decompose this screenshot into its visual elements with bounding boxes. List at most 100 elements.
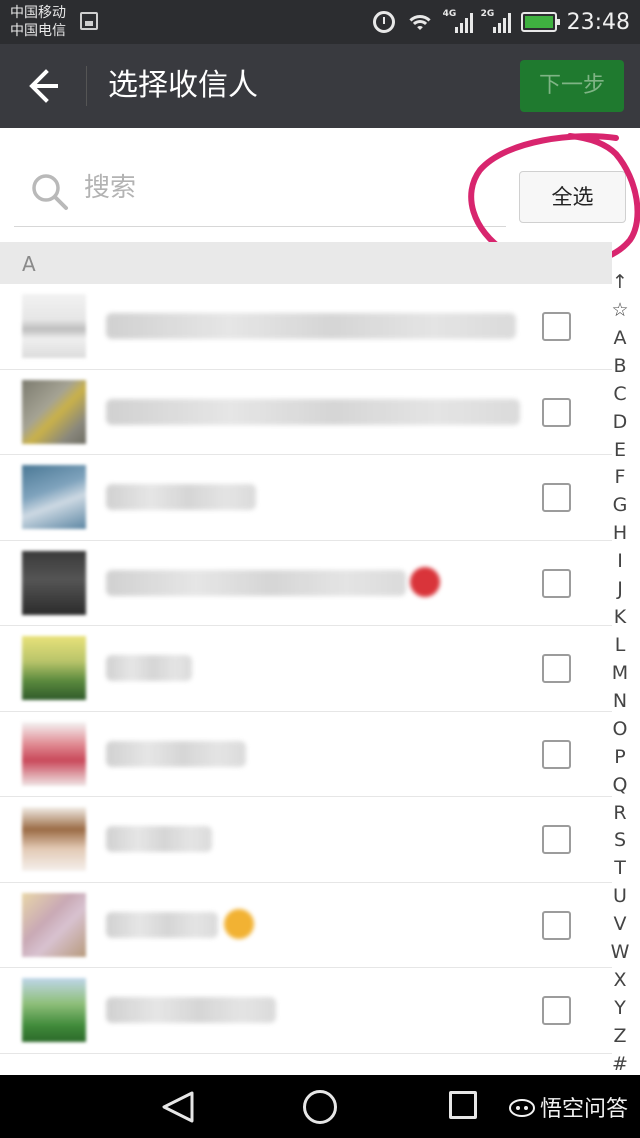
carrier-labels: 中国移动 中国电信 <box>10 4 66 40</box>
contact-avatar <box>22 379 86 444</box>
index-letter[interactable]: R <box>613 801 626 825</box>
contact-row[interactable] <box>0 284 612 370</box>
wifi-icon <box>404 11 435 33</box>
select-all-button[interactable]: 全选 <box>519 171 626 223</box>
index-letter[interactable]: W <box>611 940 630 964</box>
contact-row[interactable] <box>0 369 612 455</box>
contact-row[interactable] <box>0 797 612 883</box>
index-letter[interactable]: C <box>613 382 626 406</box>
index-letter[interactable]: N <box>613 689 627 713</box>
index-letter[interactable]: B <box>613 354 626 378</box>
index-letter[interactable]: K <box>614 605 626 629</box>
index-letter[interactable]: E <box>614 438 626 462</box>
contact-name-redacted <box>106 997 276 1023</box>
gallery-icon <box>80 12 98 30</box>
contact-row[interactable] <box>0 882 612 968</box>
contact-row[interactable] <box>0 455 612 541</box>
contact-checkbox[interactable] <box>542 654 571 683</box>
watermark-logo-icon <box>509 1099 535 1117</box>
contact-checkbox[interactable] <box>542 739 571 769</box>
index-letter[interactable]: I <box>617 549 623 573</box>
contact-name-redacted <box>106 313 516 339</box>
index-letter[interactable]: M <box>612 661 628 685</box>
contact-avatar <box>22 550 86 615</box>
index-letter[interactable]: ☆ <box>611 298 628 322</box>
watermark: 悟空问答 <box>508 1093 629 1122</box>
contact-list <box>0 284 612 1054</box>
network-type-label: 2G <box>480 9 495 19</box>
index-letter[interactable]: # <box>612 1052 628 1076</box>
section-letter: A <box>22 252 36 276</box>
contact-checkbox[interactable] <box>542 568 571 598</box>
contact-name-redacted <box>106 655 192 681</box>
triangle-back-icon[interactable] <box>158 1089 198 1125</box>
contact-avatar <box>22 294 86 358</box>
index-letter[interactable]: S <box>614 828 626 852</box>
search-row: 全选 <box>0 128 640 242</box>
search-icon <box>32 174 68 210</box>
emoji-icon <box>410 566 440 597</box>
contact-name-redacted <box>106 826 212 852</box>
status-bar: 中国移动 中国电信 4G 2G 23:48 <box>0 0 640 44</box>
contact-checkbox[interactable] <box>542 397 571 427</box>
index-letter[interactable]: U <box>613 884 627 908</box>
carrier-2: 中国电信 <box>10 23 66 39</box>
index-letter[interactable]: X <box>613 968 626 992</box>
index-letter[interactable]: H <box>613 521 627 545</box>
index-letter[interactable]: O <box>613 717 628 741</box>
emoji-icon <box>224 908 254 939</box>
index-letter[interactable]: ↑ <box>612 270 628 294</box>
circle-home-icon[interactable] <box>303 1090 337 1124</box>
contact-avatar <box>22 892 86 957</box>
index-letter[interactable]: T <box>614 856 626 880</box>
contact-avatar <box>22 807 86 871</box>
signal-icon: 4G <box>442 9 473 33</box>
contact-row[interactable] <box>0 540 612 626</box>
contact-avatar <box>22 721 86 786</box>
navigation-bar: 悟空问答 <box>0 1075 640 1138</box>
contact-name-redacted <box>106 569 406 596</box>
contact-checkbox[interactable] <box>542 910 571 940</box>
contact-name-redacted <box>106 398 520 425</box>
index-letter[interactable]: Q <box>613 773 628 797</box>
index-letter[interactable]: Y <box>614 996 626 1020</box>
index-letter[interactable]: A <box>614 326 627 350</box>
index-letter[interactable]: P <box>614 745 625 769</box>
signal-icon: 2G <box>480 9 511 33</box>
search-input[interactable] <box>84 168 484 208</box>
watermark-text: 悟空问答 <box>540 1097 629 1122</box>
title-divider <box>86 66 87 106</box>
status-indicators: 4G 2G 23:48 <box>372 0 630 44</box>
title-bar: 选择收信人 下一步 <box>0 44 640 128</box>
contact-avatar <box>22 978 86 1042</box>
index-letter[interactable]: D <box>613 410 628 434</box>
contact-checkbox[interactable] <box>542 312 571 341</box>
contact-name-redacted <box>106 484 256 510</box>
index-letter[interactable]: J <box>617 577 623 601</box>
contact-avatar <box>22 465 86 529</box>
square-recent-icon[interactable] <box>449 1091 477 1119</box>
back-button[interactable] <box>20 64 66 108</box>
alphabet-index[interactable]: ↑ ☆ A B C D E F G H I J K L M N O P Q R S T U V W X Y Z # <box>604 270 636 1076</box>
network-type-label: 4G <box>442 9 457 19</box>
index-letter[interactable]: G <box>613 493 628 517</box>
contact-row[interactable] <box>0 626 612 712</box>
contact-name-redacted <box>106 911 218 938</box>
contact-row[interactable] <box>0 711 612 797</box>
battery-charging-icon <box>520 12 560 32</box>
status-time: 23:48 <box>566 9 630 35</box>
contact-checkbox[interactable] <box>542 483 571 512</box>
page-title: 选择收信人 <box>108 68 258 103</box>
contact-name-redacted <box>106 740 246 767</box>
contact-row[interactable] <box>0 968 612 1054</box>
contact-checkbox[interactable] <box>542 825 571 854</box>
index-letter[interactable]: Z <box>613 1024 626 1048</box>
carrier-1: 中国移动 <box>10 5 66 21</box>
contact-checkbox[interactable] <box>542 996 571 1025</box>
index-letter[interactable]: L <box>615 633 626 657</box>
next-button[interactable]: 下一步 <box>520 60 624 112</box>
arrow-left-icon <box>29 69 58 103</box>
index-letter[interactable]: F <box>615 465 626 489</box>
index-letter[interactable]: V <box>614 912 627 936</box>
contact-avatar <box>22 636 86 700</box>
